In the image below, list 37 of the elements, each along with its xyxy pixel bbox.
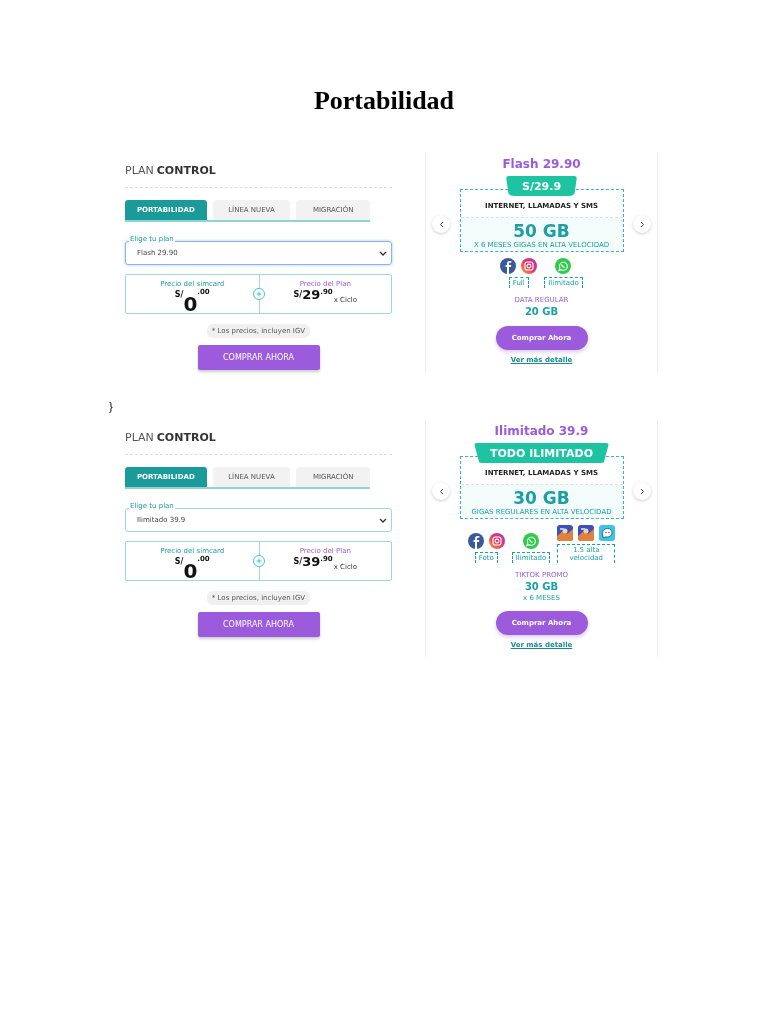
previous-button[interactable]: [432, 482, 450, 500]
game-art-icon: [578, 525, 595, 541]
extra-value: 20 GB: [524, 306, 559, 317]
f-logo-icon: [500, 258, 517, 274]
chat-bubble-icon: [523, 533, 539, 549]
chat-face-icon: [599, 525, 616, 541]
heading-text: PLAN: [125, 164, 154, 177]
chevron-left-icon: [438, 220, 444, 228]
buy-button[interactable]: COMPRAR AHORA: [197, 612, 320, 637]
extra-value: 30 GB: [524, 581, 559, 592]
next-button[interactable]: [633, 215, 651, 233]
heading-text: CONTROL: [156, 164, 216, 177]
data-amount: 30 GB: [513, 488, 570, 508]
chevron-down-icon: [379, 516, 387, 524]
brace-text: }: [108, 400, 114, 415]
chevron-left-icon: [438, 487, 444, 495]
previous-button[interactable]: [432, 215, 450, 233]
plus-icon: [252, 555, 265, 567]
heading-text: PLAN: [125, 431, 154, 444]
page-title: Portabilidad: [312, 86, 456, 116]
price-ribbon: TODO ILIMITADO: [473, 443, 609, 463]
chevron-right-icon: [639, 487, 645, 495]
price-ribbon: S/29.9: [505, 176, 578, 196]
next-button[interactable]: [633, 482, 651, 500]
camera-icon: [488, 533, 505, 549]
plus-icon: [252, 288, 265, 300]
plan-title: Flash 29.90: [502, 157, 581, 171]
camera-icon: [521, 258, 538, 274]
chevron-down-icon: [379, 249, 387, 257]
buy-button[interactable]: COMPRAR AHORA: [197, 345, 320, 370]
chevron-right-icon: [639, 220, 645, 228]
chat-bubble-icon: [555, 258, 572, 274]
f-logo-icon: [467, 533, 484, 549]
game-art-icon: [557, 525, 574, 541]
data-amount: 50 GB: [513, 221, 570, 241]
plan-title: Ilimitado 39.9: [494, 424, 589, 438]
heading-text: CONTROL: [156, 431, 216, 444]
